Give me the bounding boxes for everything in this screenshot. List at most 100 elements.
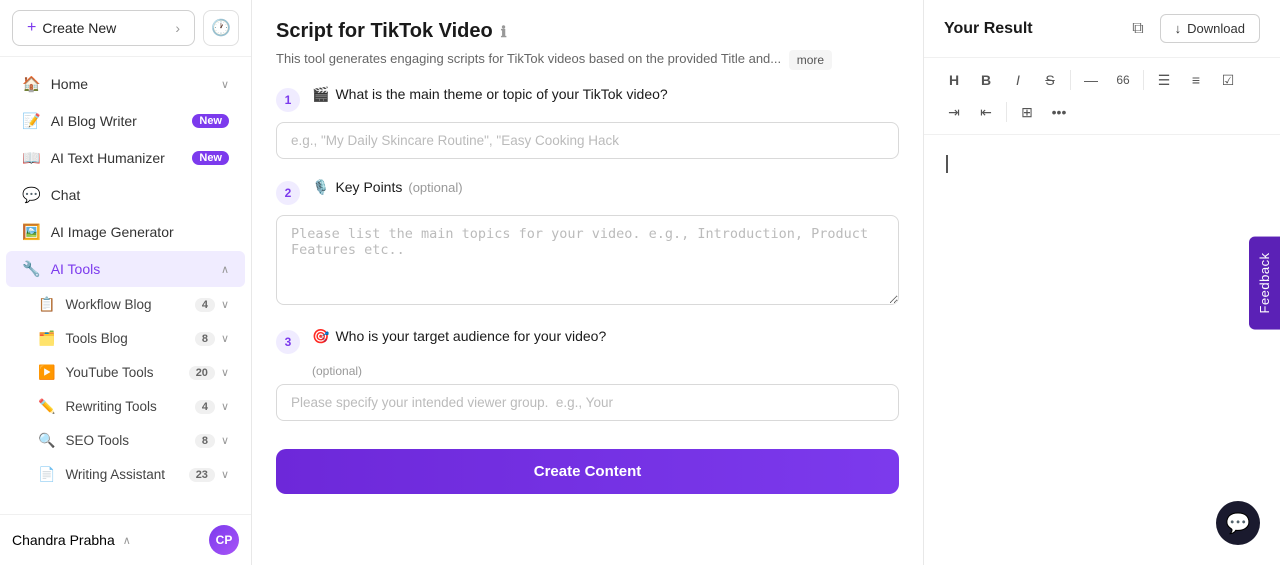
outdent-button[interactable]: ⇤ <box>972 98 1000 126</box>
text-cursor <box>946 155 956 173</box>
sidebar-item-label: Chat <box>51 187 229 203</box>
book-icon: 📝 <box>22 112 41 130</box>
sidebar-item-ai-tools[interactable]: 🔧 AI Tools ∧ <box>6 251 245 287</box>
history-button[interactable]: 🕐 <box>203 10 239 46</box>
chevron-down-icon: ∨ <box>221 78 229 91</box>
table-button[interactable]: ⊞ <box>1013 98 1041 126</box>
question-number-1: 1 <box>276 88 300 112</box>
toolbar: H B I S — 66 ☰ ≡ ☑ ⇥ ⇤ ⊞ ••• <box>924 58 1280 135</box>
count-badge: 8 <box>195 434 215 448</box>
sidebar-item-label: AI Text Humanizer <box>51 150 193 166</box>
result-title: Your Result <box>944 20 1033 38</box>
count-badge: 23 <box>189 468 215 482</box>
question-number-3: 3 <box>276 330 300 354</box>
hr-button[interactable]: — <box>1077 66 1105 94</box>
question-row-1: 1 🎬 What is the main theme or topic of y… <box>276 86 899 112</box>
tools-icon: 🔧 <box>22 260 41 278</box>
sidebar-item-label: AI Blog Writer <box>51 113 193 129</box>
chat-bubble-button[interactable]: 💬 <box>1216 501 1260 545</box>
question-label-2: 🎙️ Key Points (optional) <box>312 179 463 196</box>
sidebar-top: + Create New › 🕐 <box>0 0 251 57</box>
home-icon: 🏠 <box>22 75 41 93</box>
history-icon: 🕐 <box>211 18 231 38</box>
checklist-button[interactable]: ☑ <box>1214 66 1242 94</box>
youtube-icon: ▶️ <box>38 364 55 381</box>
indent-button[interactable]: ⇥ <box>940 98 968 126</box>
create-new-label: Create New <box>42 20 116 36</box>
more-button[interactable]: more <box>789 50 832 70</box>
italic-button[interactable]: I <box>1004 66 1032 94</box>
title-text: Script for TikTok Video <box>276 20 493 43</box>
tool-description: This tool generates engaging scripts for… <box>276 49 899 70</box>
chevron-down-icon: ∨ <box>221 468 229 481</box>
form-section-2: 2 🎙️ Key Points (optional) <box>276 179 899 308</box>
seo-icon: 🔍 <box>38 432 55 449</box>
tool-panel: Script for TikTok Video ℹ This tool gene… <box>252 0 924 565</box>
header-actions: ⧉ ↓ Download <box>1124 14 1260 43</box>
sidebar-item-label: AI Image Generator <box>51 224 229 240</box>
sidebar-item-ai-chat[interactable]: 💬 Chat <box>6 177 245 213</box>
feedback-button[interactable]: Feedback <box>1249 236 1280 329</box>
sub-item-label: Rewriting Tools <box>65 399 156 414</box>
form-section-1: 1 🎬 What is the main theme or topic of y… <box>276 86 899 159</box>
bullet-list-button[interactable]: ☰ <box>1150 66 1178 94</box>
count-badge: 20 <box>189 366 215 380</box>
description-text: This tool generates engaging scripts for… <box>276 51 781 66</box>
count-badge: 8 <box>195 332 215 346</box>
question-label-3: 🎯 Who is your target audience for your v… <box>312 328 606 345</box>
sidebar-item-blog-tools[interactable]: 🗂️ Tools Blog 8 ∨ <box>6 322 245 355</box>
question-emoji-1: 🎬 <box>312 86 329 103</box>
info-icon[interactable]: ℹ <box>501 23 507 41</box>
question-2-textarea[interactable] <box>276 215 899 305</box>
sidebar-item-seo-tools[interactable]: 🔍 SEO Tools 8 ∨ <box>6 424 245 457</box>
user-info[interactable]: Chandra Prabha ∧ <box>12 532 209 548</box>
rewriting-icon: ✏️ <box>38 398 55 415</box>
toolbar-divider-2 <box>1143 70 1144 90</box>
arrow-icon: › <box>175 20 180 36</box>
sidebar-item-blog-workflow[interactable]: 📋 Workflow Blog 4 ∨ <box>6 288 245 321</box>
result-panel: Your Result ⧉ ↓ Download H B I S — 66 ☰ … <box>924 0 1280 565</box>
count-badge: 4 <box>195 400 215 414</box>
chevron-down-icon: ∨ <box>221 366 229 379</box>
create-new-button[interactable]: + Create New › <box>12 10 195 46</box>
sidebar-item-ai-image-generator[interactable]: 🖼️ AI Image Generator <box>6 214 245 250</box>
sidebar-item-writing-assistant[interactable]: 📄 Writing Assistant 23 ∨ <box>6 458 245 491</box>
new-badge: New <box>192 151 229 165</box>
optional-tag-2: (optional) <box>408 180 462 195</box>
bold-button[interactable]: B <box>972 66 1000 94</box>
download-button[interactable]: ↓ Download <box>1160 14 1260 43</box>
heading-button[interactable]: H <box>940 66 968 94</box>
writing-icon: 📄 <box>38 466 55 483</box>
sidebar-item-rewriting-tools[interactable]: ✏️ Rewriting Tools 4 ∨ <box>6 390 245 423</box>
chat-bubble-icon: 💬 <box>1226 511 1251 536</box>
chevron-up-icon: ∧ <box>221 263 229 276</box>
count-badge: 4 <box>195 298 215 312</box>
sidebar-item-youtube-tools[interactable]: ▶️ YouTube Tools 20 ∨ <box>6 356 245 389</box>
sidebar-nav: 🏠 Home ∨ 📝 AI Blog Writer New 📖 AI Text … <box>0 57 251 514</box>
chevron-down-icon: ∨ <box>221 400 229 413</box>
sub-item-label: YouTube Tools <box>65 365 153 380</box>
question-row-2: 2 🎙️ Key Points (optional) <box>276 179 899 205</box>
sub-item-label: Tools Blog <box>65 331 127 346</box>
question-3-input[interactable] <box>276 384 899 421</box>
ordered-list-button[interactable]: ≡ <box>1182 66 1210 94</box>
toolbar-divider-1 <box>1070 70 1071 90</box>
workflow-icon: 📋 <box>38 296 55 313</box>
sidebar-item-ai-blog-writer[interactable]: 📝 AI Blog Writer New <box>6 103 245 139</box>
question-1-input[interactable] <box>276 122 899 159</box>
more-options-button[interactable]: ••• <box>1045 98 1073 126</box>
tool-header: Script for TikTok Video ℹ This tool gene… <box>276 20 899 70</box>
question-emoji-2: 🎙️ <box>312 179 329 196</box>
question-number-2: 2 <box>276 181 300 205</box>
strikethrough-button[interactable]: S <box>1036 66 1064 94</box>
sidebar-item-label: Home <box>51 76 217 92</box>
question-emoji-3: 🎯 <box>312 328 329 345</box>
sidebar-item-ai-text-humanizer[interactable]: 📖 AI Text Humanizer New <box>6 140 245 176</box>
create-content-button[interactable]: Create Content <box>276 449 899 494</box>
quote-button[interactable]: 66 <box>1109 66 1137 94</box>
sidebar-footer: Chandra Prabha ∧ CP <box>0 514 251 565</box>
sidebar-item-label: AI Tools <box>51 261 217 277</box>
copy-icon: ⧉ <box>1132 20 1143 38</box>
copy-button[interactable]: ⧉ <box>1124 16 1151 42</box>
sidebar-item-home[interactable]: 🏠 Home ∨ <box>6 66 245 102</box>
